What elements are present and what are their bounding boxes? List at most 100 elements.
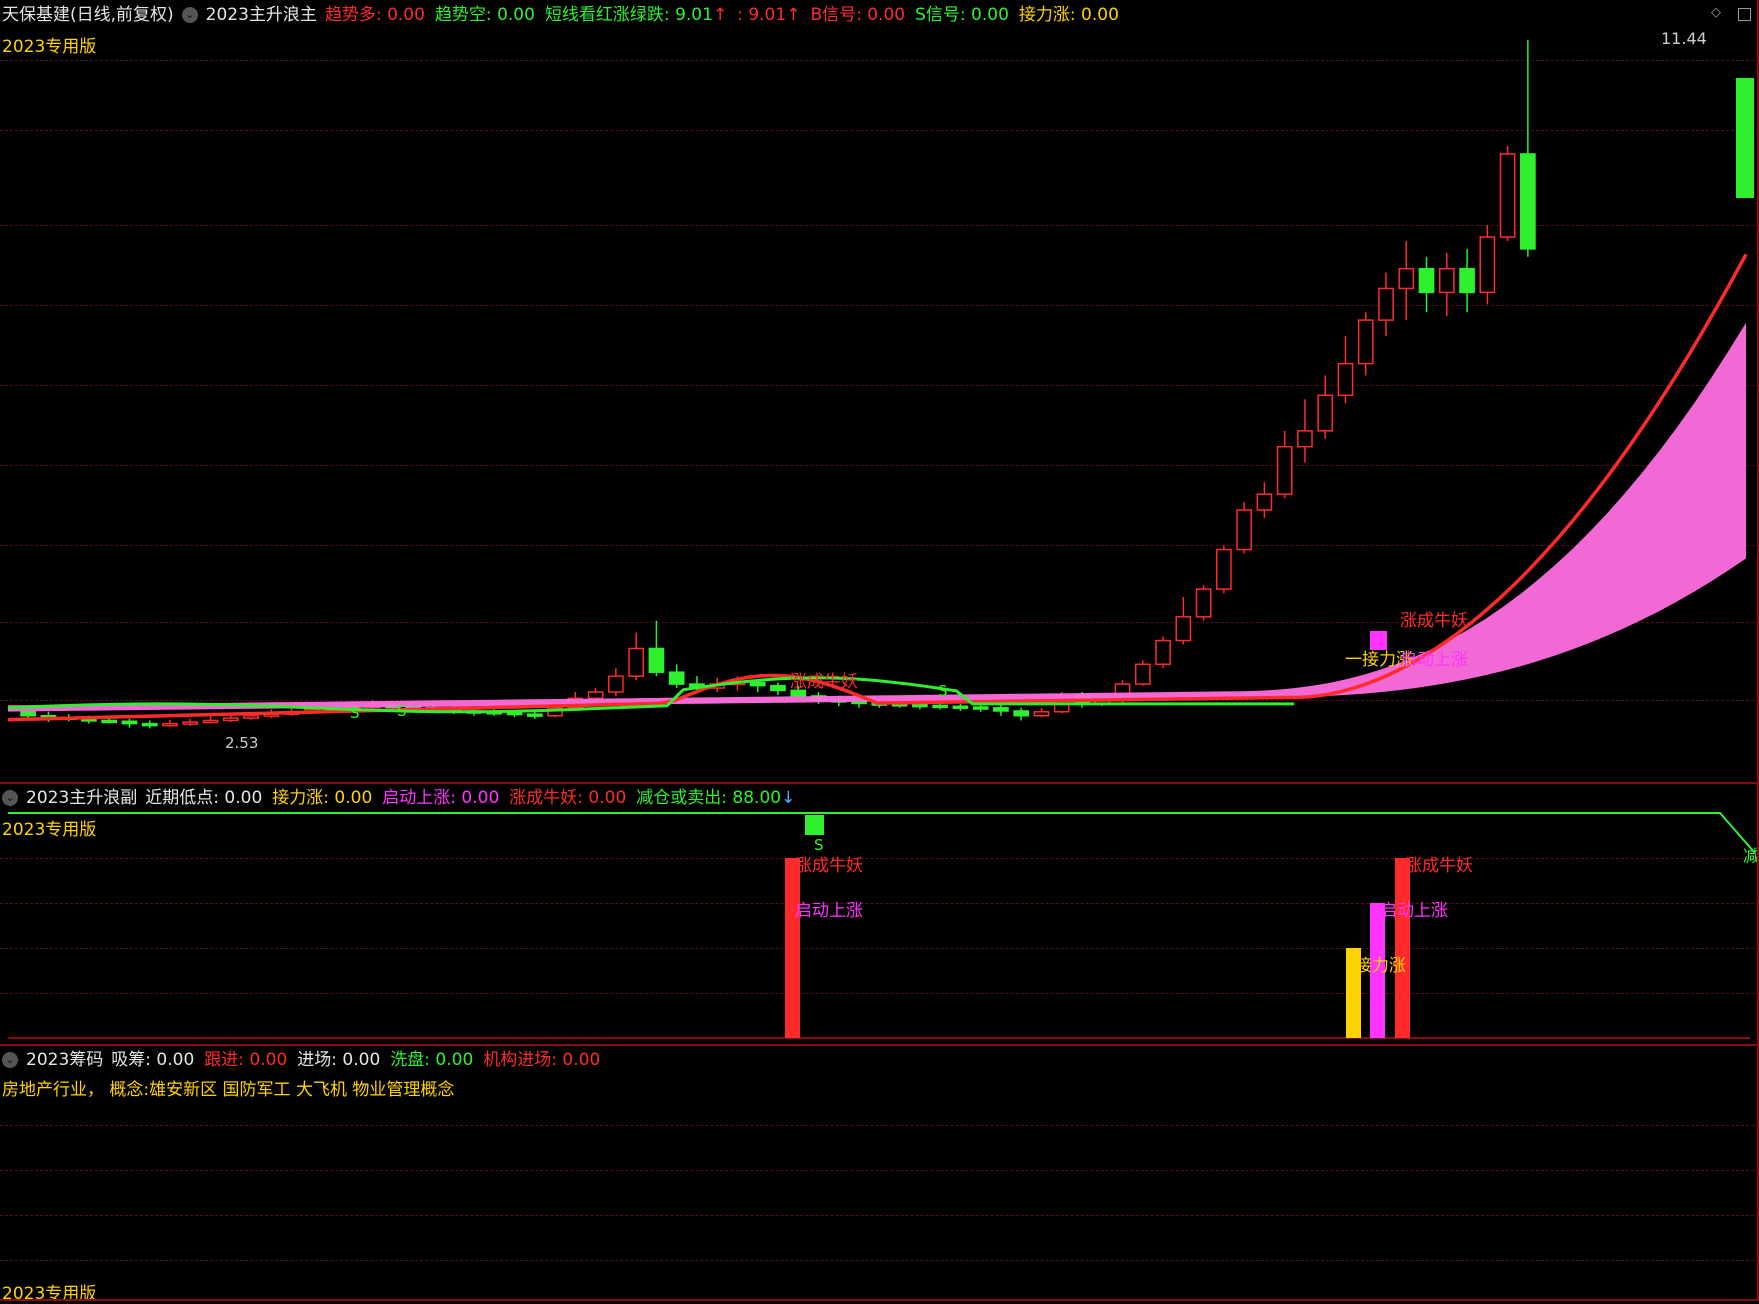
candle-body-down — [770, 684, 786, 692]
sub-indicator-value: 88.00 — [732, 788, 782, 808]
annotation-bull: 涨成牛妖 — [790, 672, 858, 692]
options-circle-icon[interactable]: ⌄ — [181, 7, 198, 23]
sub-indicator-name[interactable]: 2023主升浪副 — [26, 783, 137, 813]
sub-indicator-chart[interactable]: S涨成牛妖启动上涨涨成牛妖启动上涨接力涨减 — [0, 783, 1759, 1045]
candle-body-up — [1479, 236, 1496, 294]
candle — [608, 668, 624, 696]
chip-indicator-panel[interactable]: ⌄ 2023筹码 吸筹: 0.00 跟进: 0.00 进场: 0.00 洗盘: 0.0… — [0, 1045, 1759, 1304]
candle — [121, 718, 138, 728]
candle-body-down — [648, 647, 665, 673]
sub-indicator-0: 近期低点: 0.00 — [145, 788, 262, 808]
candle-body-up — [243, 714, 259, 719]
main-indicator-label: 接力涨: — [1018, 5, 1082, 25]
candle-body-down — [749, 681, 766, 687]
candle-body-up — [1499, 153, 1516, 238]
up-arrow-icon: ↑ — [786, 5, 801, 25]
candle — [141, 720, 158, 729]
candle — [1134, 660, 1151, 686]
candle-body-up — [1216, 548, 1232, 590]
candle-body-up — [608, 675, 624, 693]
window-icon[interactable] — [1738, 8, 1751, 21]
main-indicator-label: : — [737, 5, 749, 25]
ma-band — [8, 322, 1746, 712]
sub-indicator-4: 减仓或卖出: 88.00↓ — [636, 788, 795, 808]
concept-text: 房地产行业， 概念:雄安新区 国防军工 大飞机 物业管理概念 — [2, 1080, 455, 1100]
sub-indicator-value: 0.00 — [224, 788, 263, 808]
sub-indicator-label: 减仓或卖出: — [636, 788, 733, 808]
candle — [526, 711, 543, 719]
annotation-start: 启动上涨 — [1400, 650, 1468, 670]
stock-title: 天保基建(日线,前复权) — [2, 5, 174, 25]
diamond-icon[interactable]: ◇ — [1711, 6, 1725, 20]
chip-indicator-label: 洗盘: — [390, 1050, 436, 1070]
candle — [182, 718, 199, 727]
candle-body-down — [952, 705, 969, 709]
sub-indicator-panel[interactable]: S 涨成牛妖 启动上涨 涨成牛妖 启动上涨 接力涨减 ⌄ 2023主升浪副 近期低点: 0… — [0, 783, 1759, 1045]
start-label: 启动上涨 — [795, 901, 863, 921]
main-indicator-label: 趋势多: — [324, 5, 388, 25]
candle — [628, 632, 644, 681]
candle-body-up — [1033, 711, 1050, 717]
candle — [1357, 312, 1374, 376]
chip-indicator-value: 0.00 — [562, 1050, 601, 1070]
candle-body-up — [1337, 362, 1354, 397]
candle — [1256, 482, 1273, 518]
up-arrow-icon: ↑ — [712, 5, 728, 25]
main-chart-panel[interactable]: 11.44 2.53 涨成牛妖 涨成牛妖 一接力涨 启动上涨 S S S 天保基建(日线,前复权… — [0, 0, 1759, 783]
candle-body-up — [1175, 616, 1192, 642]
candle — [1216, 545, 1232, 594]
candle — [1175, 597, 1192, 645]
candle-body-down — [1520, 153, 1536, 250]
candle — [1520, 40, 1536, 257]
main-indicator-label: 短线看红涨绿跌: — [544, 5, 676, 25]
candle — [1297, 399, 1313, 463]
candle-body-down — [993, 707, 1009, 712]
candle — [1276, 430, 1293, 499]
main-indicator-4: B信号: 0.00 — [810, 5, 905, 25]
main-candle-chart[interactable]: 11.442.53涨成牛妖涨成牛妖一接力涨启动上涨S SS — [0, 0, 1759, 783]
candle — [952, 703, 969, 711]
chip-indicator-name[interactable]: 2023筹码 — [26, 1045, 103, 1075]
candle-body-up — [222, 717, 239, 722]
candle-body-up — [1236, 509, 1252, 551]
candle-body-up — [1155, 639, 1171, 666]
reduce-line — [8, 812, 1756, 854]
candle — [668, 664, 685, 689]
main-indicator-value: 9.01 — [675, 5, 713, 25]
main-indicator-value: 0.00 — [387, 5, 425, 25]
candle — [993, 704, 1009, 716]
candle-body-up — [1378, 287, 1394, 321]
candle-body-down — [121, 720, 138, 725]
main-indicator-2: 短线看红涨绿跌: 9.01↑ — [545, 5, 727, 25]
candle — [1398, 240, 1415, 321]
candle — [587, 688, 604, 700]
candle-body-up — [1297, 430, 1313, 448]
chip-indicator-label: 吸筹: — [111, 1050, 157, 1070]
candle-body-down — [932, 704, 948, 709]
candle-body-down — [1013, 710, 1030, 717]
candle — [1438, 252, 1455, 317]
options-circle-icon[interactable]: ⌄ — [2, 1052, 18, 1068]
main-indicator-5: S信号: 0.00 — [915, 5, 1009, 25]
chip-indicator-1: 跟进: 0.00 — [204, 1050, 287, 1070]
candle-body-up — [1134, 663, 1151, 685]
stock-chart-window: 11.44 2.53 涨成牛妖 涨成牛妖 一接力涨 启动上涨 S S S 天保基建(日线,前复权… — [0, 0, 1759, 1304]
sub-version-label: 2023专用版 — [2, 820, 97, 840]
main-indicator-name[interactable]: 2023主升浪主 — [206, 0, 317, 30]
main-indicator-1: 趋势空: 0.00 — [435, 5, 535, 25]
options-circle-icon[interactable]: ⌄ — [2, 790, 18, 806]
main-indicator-value: 9.01 — [748, 5, 787, 25]
s-signal-mark: S — [350, 704, 360, 722]
main-version-label: 2023专用版 — [2, 37, 97, 57]
chip-indicator-label: 进场: — [297, 1050, 343, 1070]
candle — [770, 682, 786, 696]
candle — [162, 719, 178, 727]
candle-body-up — [1276, 445, 1293, 495]
candle — [1013, 707, 1030, 721]
sub-indicator-values: 近期低点: 0.00 接力涨: 0.00 启动上涨: 0.00 涨成牛妖: 0.00 减… — [145, 783, 805, 813]
annotation-bull: 涨成牛妖 — [1400, 611, 1468, 631]
price-high-label: 11.44 — [1661, 29, 1707, 48]
main-indicator-0: 趋势多: 0.00 — [325, 5, 425, 25]
bull-bar — [1395, 858, 1410, 1038]
candle-body-down — [101, 719, 118, 724]
